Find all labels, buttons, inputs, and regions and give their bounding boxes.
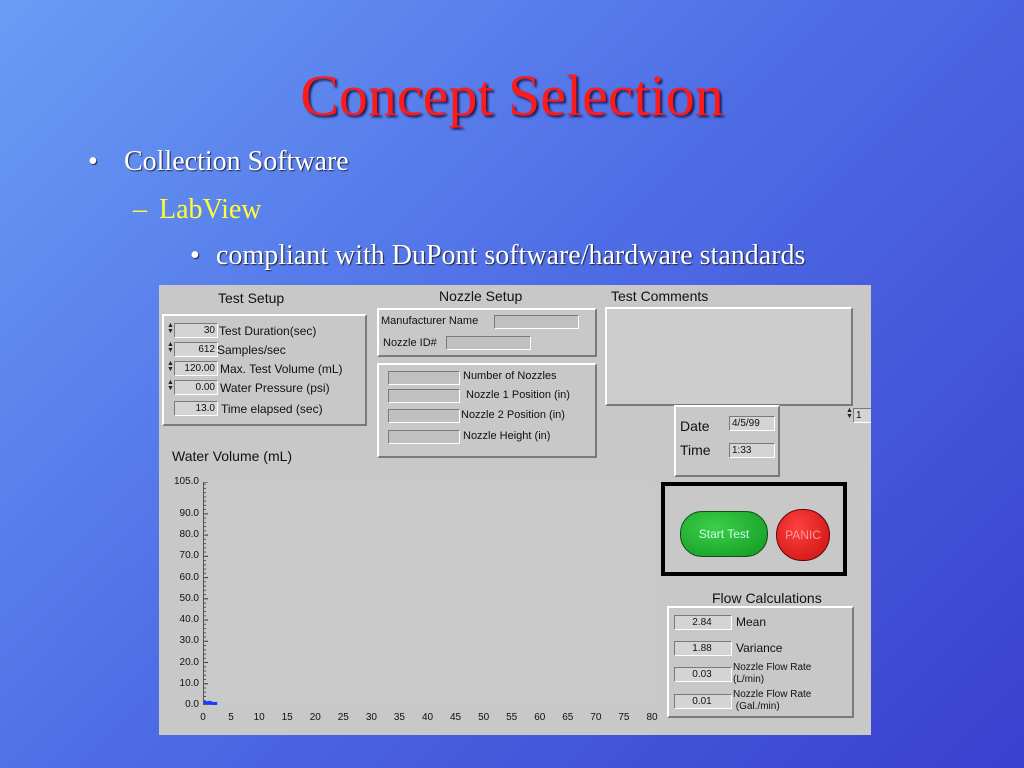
x-tick-label: 45 bbox=[450, 712, 462, 723]
bullet-text: compliant with DuPont software/hardware … bbox=[216, 240, 806, 271]
x-tick-label: 0 bbox=[200, 712, 206, 723]
time-label: Time bbox=[680, 442, 711, 458]
water-pressure-label: Water Pressure (psi) bbox=[220, 381, 330, 395]
y-tick-label: 30.0 bbox=[179, 635, 199, 647]
test-comments-input[interactable] bbox=[605, 307, 853, 406]
manufacturer-input[interactable] bbox=[494, 315, 579, 329]
flow-rate-galmin-unit: (Gal./min) bbox=[733, 701, 780, 712]
slide-title: Concept Selection bbox=[300, 63, 724, 128]
flow-rate-galmin-field: 0.01 bbox=[674, 694, 732, 709]
samples-field[interactable]: 612 bbox=[174, 342, 218, 357]
nozzle1-position-label: Nozzle 1 Position (in) bbox=[466, 389, 570, 401]
y-tick-label: 40.0 bbox=[179, 614, 199, 626]
y-tick-label: 50.0 bbox=[179, 592, 199, 604]
mean-field: 2.84 bbox=[674, 615, 732, 630]
x-tick-label: 40 bbox=[421, 712, 434, 723]
x-tick-label: 20 bbox=[309, 712, 321, 723]
x-tick-label: 55 bbox=[506, 712, 518, 723]
spinner-icon[interactable]: ▲ ▼ bbox=[167, 379, 174, 393]
y-tick-label: 70.0 bbox=[179, 550, 199, 562]
nozzle2-position-label: Nozzle 2 Position (in) bbox=[461, 409, 565, 421]
x-tick-label: 35 bbox=[393, 712, 405, 723]
nozzle2-position-input[interactable] bbox=[388, 409, 460, 423]
spinner-icon[interactable]: ▲ ▼ bbox=[167, 322, 174, 336]
date-field: 4/5/99 bbox=[729, 416, 775, 431]
nozzle-height-label: Nozzle Height (in) bbox=[463, 430, 551, 442]
index-field[interactable]: 1 bbox=[853, 408, 871, 423]
x-tick-label: 30 bbox=[365, 712, 377, 723]
spinner-icon[interactable]: ▲ ▼ bbox=[167, 341, 174, 355]
y-tick-label: 0.0 bbox=[185, 699, 199, 710]
y-tick-label: 90.0 bbox=[179, 507, 199, 519]
nozzle-setup-title: Nozzle Setup bbox=[439, 288, 523, 304]
bullet-text: Collection Software bbox=[124, 146, 349, 177]
data-point bbox=[213, 701, 218, 706]
plot-svg bbox=[202, 481, 218, 706]
time-elapsed-field: 13.0 bbox=[174, 401, 218, 416]
chart-title: Water Volume (mL) bbox=[172, 448, 293, 464]
flow-rate-galmin-label: Nozzle Flow Rate bbox=[733, 689, 812, 700]
samples-label: Samples/sec bbox=[217, 343, 286, 357]
water-pressure-field[interactable]: 0.00 bbox=[174, 380, 218, 395]
x-tick-label: 25 bbox=[337, 712, 349, 723]
water-volume-plot bbox=[202, 481, 653, 706]
dash-marker: – bbox=[133, 194, 147, 225]
number-of-nozzles-input[interactable] bbox=[388, 371, 460, 385]
y-tick-label: 105.0 bbox=[173, 476, 199, 487]
data-point bbox=[207, 700, 212, 705]
bullet-labview: – LabView bbox=[133, 194, 262, 226]
x-tick-label: 5 bbox=[228, 712, 234, 723]
x-tick-label: 10 bbox=[253, 712, 265, 723]
bullet-compliant: • compliant with DuPont software/hardware… bbox=[190, 240, 805, 272]
bullet-collection-software: • Collection Software bbox=[88, 146, 349, 178]
mean-label: Mean bbox=[736, 615, 767, 629]
variance-label: Variance bbox=[736, 641, 783, 655]
nozzle-height-input[interactable] bbox=[388, 430, 460, 444]
time-field: 1:33 bbox=[729, 443, 775, 458]
x-tick-label: 50 bbox=[478, 712, 490, 723]
flow-rate-lmin-label: Nozzle Flow Rate bbox=[733, 662, 812, 673]
panic-button[interactable]: PANIC bbox=[776, 509, 830, 561]
test-setup-title: Test Setup bbox=[218, 290, 285, 306]
nozzle-id-input[interactable] bbox=[446, 336, 531, 350]
test-comments-title: Test Comments bbox=[611, 288, 709, 304]
date-label: Date bbox=[680, 418, 710, 434]
start-test-button[interactable]: Start Test bbox=[680, 511, 768, 557]
x-tick-label: 15 bbox=[281, 712, 293, 723]
x-tick-label: 60 bbox=[534, 712, 546, 723]
max-volume-field[interactable]: 120.00 bbox=[174, 361, 218, 376]
nozzle-id-label: Nozzle ID# bbox=[383, 337, 437, 349]
x-tick-label: 70 bbox=[590, 712, 602, 723]
bullet-marker: • bbox=[88, 146, 98, 177]
time-elapsed-label: Time elapsed (sec) bbox=[221, 402, 323, 416]
test-duration-field[interactable]: 30 bbox=[174, 323, 218, 338]
bullet-text: LabView bbox=[159, 194, 262, 225]
number-of-nozzles-label: Number of Nozzles bbox=[463, 370, 557, 382]
y-tick-label: 20.0 bbox=[179, 656, 199, 668]
x-tick-label: 80 bbox=[646, 712, 658, 723]
bullet-marker: • bbox=[190, 240, 200, 271]
data-point bbox=[202, 700, 206, 705]
index-spinner-icon[interactable]: ▲ ▼ bbox=[846, 407, 853, 421]
manufacturer-label: Manufacturer Name bbox=[381, 315, 479, 327]
flow-rate-lmin-field: 0.03 bbox=[674, 667, 732, 682]
labview-front-panel: Test Setup ▲ ▼ 30 Test Duration(sec) ▲ ▼ 6… bbox=[159, 285, 871, 735]
x-tick-label: 65 bbox=[562, 712, 574, 723]
test-duration-label: Test Duration(sec) bbox=[219, 324, 317, 338]
y-tick-label: 80.0 bbox=[179, 529, 199, 541]
y-tick-label: 10.0 bbox=[179, 677, 199, 689]
x-tick-label: 75 bbox=[618, 712, 630, 723]
nozzle1-position-input[interactable] bbox=[388, 389, 460, 403]
max-volume-label: Max. Test Volume (mL) bbox=[220, 362, 343, 376]
flow-rate-lmin-unit: (L/min) bbox=[733, 674, 765, 685]
variance-field: 1.88 bbox=[674, 641, 732, 656]
y-tick-label: 60.0 bbox=[179, 571, 199, 583]
spinner-icon[interactable]: ▲ ▼ bbox=[167, 360, 174, 374]
flow-calculations-title: Flow Calculations bbox=[712, 590, 822, 606]
